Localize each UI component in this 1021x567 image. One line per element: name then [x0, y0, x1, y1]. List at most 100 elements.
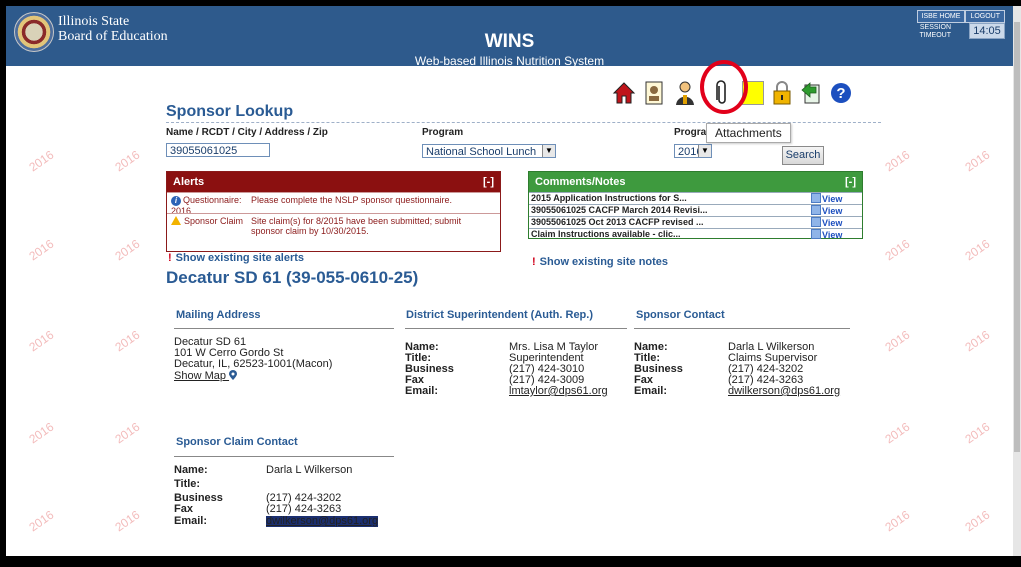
id-badge-icon[interactable] — [641, 78, 667, 108]
watermark: 2016 — [26, 327, 57, 355]
svg-text:?: ? — [836, 85, 845, 102]
exclamation-icon: ! — [168, 252, 172, 264]
note-view-text: View — [822, 230, 843, 240]
alert-type: Sponsor Claim — [171, 216, 245, 226]
attachments-tooltip: Attachments — [706, 123, 791, 143]
program-select[interactable]: National School Lunch ▼ — [422, 144, 556, 158]
divider — [174, 456, 394, 457]
program-year-select[interactable]: 2016 ▼ — [674, 144, 712, 158]
note-view-text: View — [822, 218, 843, 228]
note-row: 39055061025 Oct 2013 CACFP revised ... V… — [529, 216, 862, 228]
sponsor-lookup-title: Sponsor Lookup — [166, 103, 294, 120]
watermark: 2016 — [882, 327, 913, 355]
alert-message: Site claim(s) for 8/2015 have been submi… — [251, 216, 462, 236]
mailing-address-title: Mailing Address — [176, 309, 261, 321]
browser-viewport: Illinois State Board of Education WINS W… — [6, 6, 1013, 556]
watermark: 2016 — [26, 507, 57, 535]
search-button[interactable]: Search — [782, 146, 824, 165]
note-view-text: View — [822, 194, 843, 204]
alerts-collapse-button[interactable]: [-] — [483, 172, 494, 192]
app-header: Illinois State Board of Education WINS W… — [6, 6, 1013, 68]
show-map-link[interactable]: Show Map — [174, 370, 238, 382]
chevron-down-icon: ▼ — [542, 145, 555, 157]
map-pin-icon — [229, 370, 238, 380]
label-email: Email: — [405, 385, 439, 397]
watermark: 2016 — [882, 147, 913, 175]
edit-icon — [811, 205, 821, 215]
alerts-panel: Alerts [-] i Questionnaire: 2016 Please c… — [166, 171, 501, 252]
superintendent-email-link[interactable]: lmtaylor@dps61.org — [509, 386, 608, 397]
note-text: 39055061025 Oct 2013 CACFP revised ... — [531, 217, 704, 227]
app-title: WINS — [484, 31, 535, 52]
watermark: 2016 — [26, 419, 57, 447]
watermark: 2016 — [882, 507, 913, 535]
alerts-title: Alerts — [173, 176, 205, 188]
claim-contact-name: Darla L Wilkerson — [266, 464, 353, 476]
watermark: 2016 — [112, 147, 143, 175]
divider — [634, 328, 850, 329]
export-icon[interactable] — [798, 78, 824, 108]
label-email: Email: — [174, 515, 208, 527]
session-timeout-value: 14:05 — [969, 23, 1005, 39]
watermark: 2016 — [112, 419, 143, 447]
watermark: 2016 — [962, 507, 993, 535]
label-title: Title: — [174, 478, 201, 490]
note-row: Claim Instructions available - clic... V… — [529, 228, 862, 240]
watermark: 2016 — [962, 419, 993, 447]
warning-icon — [171, 216, 181, 225]
claim-contact-title: Sponsor Claim Contact — [176, 436, 298, 448]
watermark: 2016 — [962, 236, 993, 264]
program-year-label: Prograi — [674, 127, 710, 138]
watermark: 2016 — [882, 419, 913, 447]
isbe-home-link[interactable]: ISBE HOME — [916, 10, 966, 23]
comments-header: Comments/Notes [-] — [529, 172, 862, 192]
note-text: 39055061025 CACFP March 2014 Revisi... — [531, 205, 708, 215]
info-icon: i — [171, 196, 181, 206]
help-icon[interactable]: ? — [828, 78, 854, 108]
alert-type-text: Sponsor Claim — [184, 216, 244, 226]
comments-collapse-button[interactable]: [-] — [845, 172, 856, 192]
edit-icon — [811, 229, 821, 239]
alert-row[interactable]: Sponsor Claim Site claim(s) for 8/2015 h… — [167, 213, 500, 236]
show-site-notes-text: Show existing site notes — [539, 256, 669, 268]
show-site-alerts-text: Show existing site alerts — [175, 252, 305, 264]
scrollbar-thumb[interactable] — [1014, 22, 1020, 452]
note-view-text: View — [822, 206, 843, 216]
watermark: 2016 — [962, 327, 993, 355]
program-select-value: National School Lunch — [426, 146, 537, 158]
person-icon[interactable] — [672, 78, 698, 108]
note-view-link[interactable]: View — [811, 229, 842, 241]
watermark: 2016 — [112, 327, 143, 355]
note-text: 2015 Application Instructions for S... — [531, 193, 687, 203]
watermark: 2016 — [112, 507, 143, 535]
show-map-text: Show Map — [174, 370, 226, 382]
superintendent-title: District Superintendent (Auth. Rep.) — [406, 309, 593, 321]
note-row: 39055061025 CACFP March 2014 Revisi... V… — [529, 204, 862, 216]
claim-contact-email-link[interactable]: dwilkerson@dps61.org — [266, 516, 379, 527]
comments-panel: Comments/Notes [-] 2015 Application Inst… — [528, 171, 863, 240]
comments-title: Comments/Notes — [535, 176, 626, 188]
watermark: 2016 — [882, 236, 913, 264]
label-email: Email: — [634, 385, 668, 397]
divider — [405, 328, 627, 329]
alert-row[interactable]: i Questionnaire: 2016 Please complete the… — [167, 192, 500, 216]
app-subtitle: Web-based Illinois Nutrition System — [414, 54, 605, 68]
show-site-notes-link[interactable]: ! Show existing site notes — [532, 256, 668, 268]
top-links: ISBE HOME LOGOUT — [916, 10, 1005, 23]
watermark: 2016 — [112, 236, 143, 264]
home-icon[interactable] — [611, 78, 637, 108]
name-search-input[interactable]: 39055061025 — [166, 143, 270, 157]
exclamation-icon: ! — [532, 256, 536, 268]
lock-icon[interactable] — [769, 78, 795, 108]
watermark: 2016 — [26, 236, 57, 264]
watermark: 2016 — [26, 147, 57, 175]
watermark: 2016 — [962, 147, 993, 175]
show-site-alerts-link[interactable]: ! Show existing site alerts — [168, 252, 304, 264]
contact-email-link[interactable]: dwilkerson@dps61.org — [728, 386, 840, 397]
logout-link[interactable]: LOGOUT — [965, 10, 1005, 23]
highlight-circle — [700, 60, 748, 114]
sponsor-contact-title: Sponsor Contact — [636, 309, 725, 321]
note-row: 2015 Application Instructions for S... V… — [529, 192, 862, 204]
session-timeout-label: SESSION TIMEOUT — [919, 24, 952, 39]
name-search-label: Name / RCDT / City / Address / Zip — [166, 127, 328, 138]
